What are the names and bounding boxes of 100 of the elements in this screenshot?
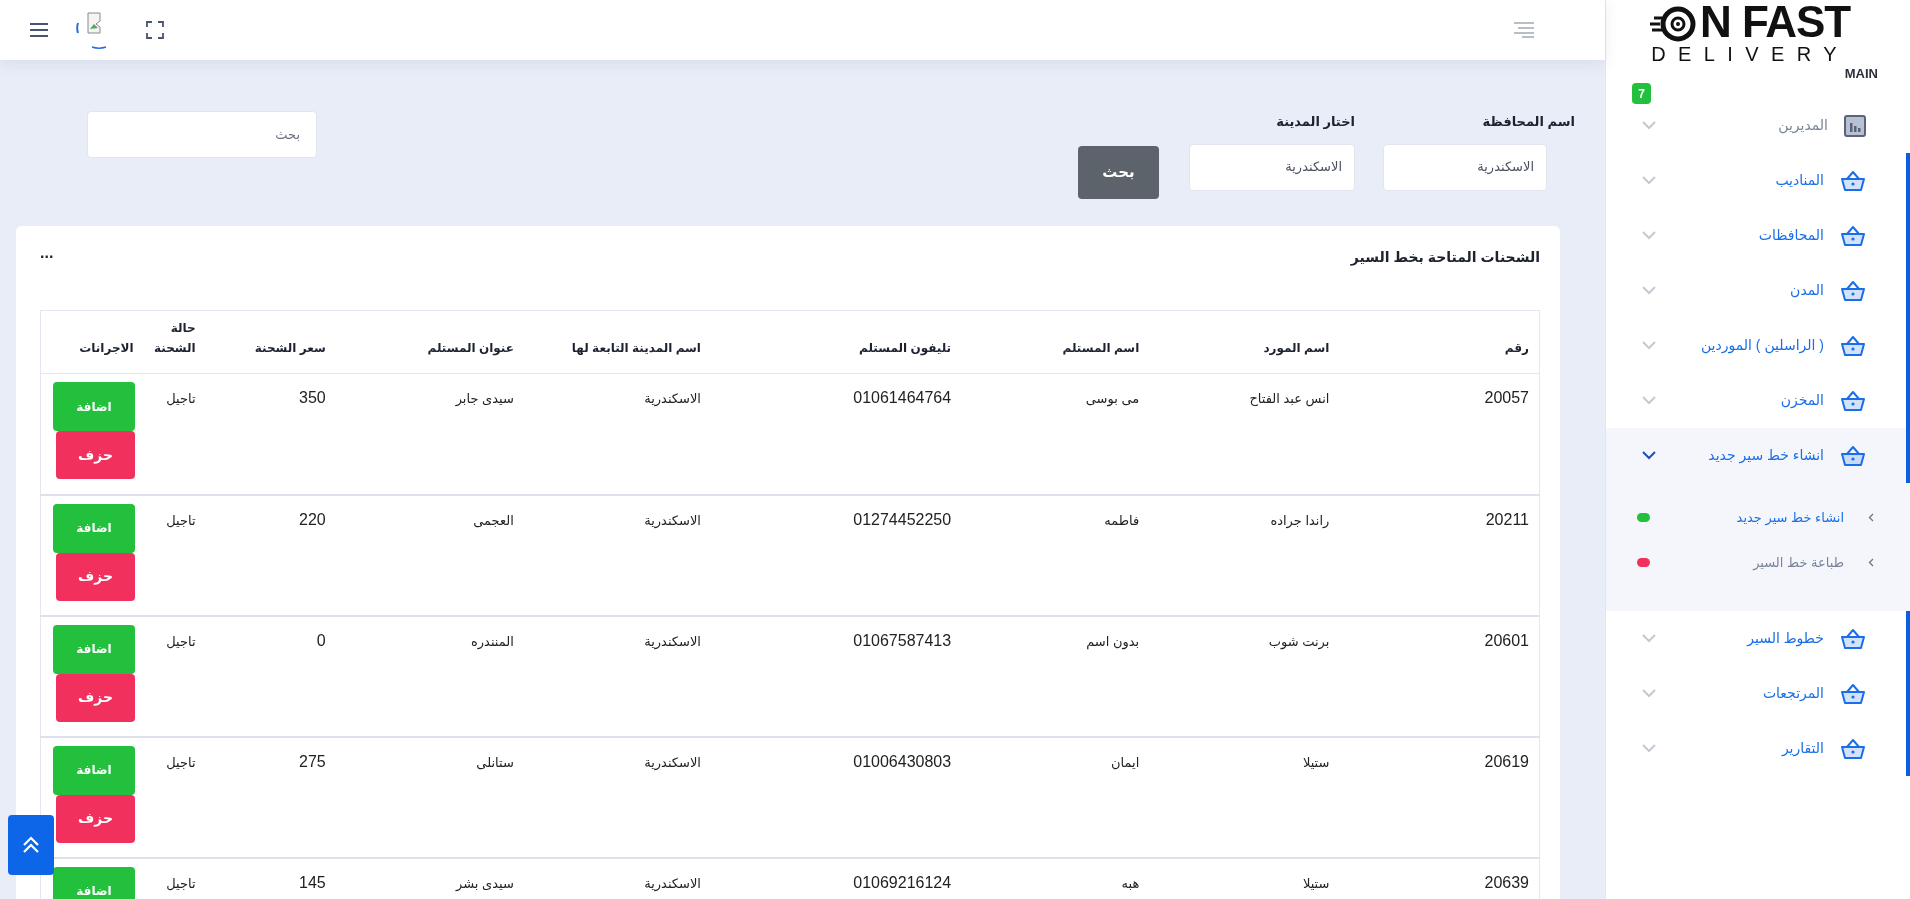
table-cell: 20601 bbox=[1484, 631, 1529, 649]
column-header: اسم المورد bbox=[1263, 340, 1330, 357]
table-cell: سيدى بشر bbox=[456, 875, 514, 891]
table-cell: 01067587413 bbox=[853, 631, 952, 649]
sidebar-item[interactable]: المحافظات bbox=[1606, 208, 1910, 263]
column-header: الاجرانات bbox=[79, 340, 134, 357]
add-button[interactable]: اضافة bbox=[53, 382, 135, 431]
basket-icon bbox=[1840, 682, 1866, 705]
search-button[interactable]: بحث bbox=[1078, 146, 1159, 199]
bar-chart-icon bbox=[1844, 114, 1866, 137]
table-cell: 145 bbox=[299, 873, 326, 891]
table-cell: 20211 bbox=[1485, 510, 1529, 528]
column-header: اسم المستلم bbox=[1062, 340, 1140, 357]
table-cell: 01061464764 bbox=[853, 389, 952, 406]
column-header: اسم المدينة التابعة لها bbox=[571, 340, 701, 357]
logo-title: N FAST bbox=[1700, 0, 1850, 44]
delete-button[interactable]: حزف bbox=[56, 673, 135, 722]
chevron-icon bbox=[1642, 121, 1656, 130]
chevron-icon bbox=[1642, 451, 1656, 460]
chevron-icon bbox=[1642, 744, 1656, 753]
chevron-icon bbox=[1642, 396, 1656, 405]
sidebar-item[interactable]: التقارير bbox=[1606, 721, 1910, 776]
table-cell: راندا جراده bbox=[1270, 512, 1330, 528]
sidebar-item[interactable]: المدن bbox=[1606, 263, 1910, 318]
basket-icon bbox=[1840, 627, 1866, 650]
table-cell: 01274452250 bbox=[853, 510, 952, 528]
sidebar-item[interactable]: انشاء خط سير جديد bbox=[1606, 428, 1910, 483]
chevron-left-icon bbox=[1868, 513, 1874, 522]
chevron-icon bbox=[1642, 286, 1656, 295]
add-button[interactable]: اضافة bbox=[53, 624, 135, 674]
chevron-icon bbox=[1642, 341, 1656, 350]
table-cell: 20057 bbox=[1484, 389, 1529, 406]
basket-icon bbox=[1840, 279, 1866, 302]
column-header: عنوان المستلم bbox=[427, 340, 514, 357]
governorate-select[interactable]: الاسكندرية bbox=[1383, 143, 1547, 191]
table-cell: الاسكندرية bbox=[644, 512, 701, 528]
column-header: رقم bbox=[1504, 340, 1529, 357]
search-field[interactable]: بحث bbox=[87, 111, 317, 158]
more-menu[interactable]: ... bbox=[40, 245, 54, 269]
delete-button[interactable]: حزف bbox=[56, 431, 135, 479]
table-cell: الاسكندرية bbox=[644, 633, 701, 649]
table-cell: 20619 bbox=[1484, 752, 1529, 770]
table-cell: العجمى bbox=[473, 512, 514, 528]
submenu-item[interactable]: طباعة خط السير bbox=[1606, 540, 1910, 585]
add-button[interactable]: اضافة bbox=[53, 745, 135, 795]
table-cell: الاسكندرية bbox=[644, 754, 701, 770]
delete-button[interactable]: حزف bbox=[56, 552, 135, 601]
table-cell: تاجيل bbox=[166, 512, 196, 528]
basket-icon bbox=[1840, 334, 1866, 357]
sidebar-item[interactable]: المناديب bbox=[1606, 153, 1910, 208]
table-cell: بدون اسم bbox=[1086, 633, 1140, 649]
delete-button[interactable]: حزف bbox=[56, 794, 135, 843]
section-label: MAIN bbox=[1844, 65, 1878, 83]
table-cell: تاجيل bbox=[166, 875, 196, 891]
table-cell: هبه bbox=[1121, 875, 1140, 891]
table-cell: ستيلا bbox=[1302, 875, 1330, 891]
table-cell: مى بوسى bbox=[1085, 391, 1140, 406]
sidebar-item[interactable]: خطوط السير bbox=[1606, 611, 1910, 666]
table-cell: الاسكندرية bbox=[644, 391, 701, 406]
table-cell: 01006430803 bbox=[853, 752, 952, 770]
scroll-top-button[interactable] bbox=[8, 815, 54, 875]
table-cell: 20639 bbox=[1484, 873, 1529, 891]
chevron-icon bbox=[1642, 231, 1656, 240]
column-header: تليفون المستلم bbox=[859, 340, 952, 357]
table-cell: 220 bbox=[299, 510, 326, 528]
basket-icon bbox=[1840, 737, 1866, 760]
basket-icon bbox=[1840, 444, 1866, 467]
table-cell: تاجيل bbox=[166, 754, 196, 770]
table-cell: 275 bbox=[299, 752, 326, 770]
count-badge: 7 bbox=[1632, 83, 1651, 104]
city-select[interactable]: الاسكندرية bbox=[1189, 143, 1355, 191]
field-label: اختار المدينة bbox=[1275, 113, 1355, 131]
field-label: اسم المحافظة bbox=[1481, 113, 1575, 131]
add-button[interactable]: اضافة bbox=[53, 503, 135, 553]
sidebar-item[interactable]: ( الراسلين ) الموردين bbox=[1606, 318, 1910, 373]
chevron-icon bbox=[1642, 634, 1656, 643]
logo-subtitle: DELIVERY bbox=[1651, 44, 1849, 64]
chevron-left-icon bbox=[1868, 558, 1874, 567]
column-header: حالة الشحنة bbox=[153, 320, 196, 357]
double-chevron-up-icon bbox=[21, 835, 41, 855]
table-cell: 0 bbox=[316, 631, 326, 649]
table-cell: المنندره bbox=[471, 633, 514, 649]
column-header: سعر الشحنة bbox=[254, 340, 326, 357]
table-cell: 350 bbox=[299, 389, 326, 406]
fullscreen-icon[interactable] bbox=[146, 21, 164, 39]
table-cell: تاجيل bbox=[166, 633, 196, 649]
submenu-item[interactable]: انشاء خط سير جديد bbox=[1606, 495, 1910, 540]
menu-icon[interactable] bbox=[30, 23, 48, 37]
table-cell: سيدى جابر bbox=[455, 391, 514, 406]
basket-icon bbox=[1840, 389, 1866, 412]
table-cell: فاطمه bbox=[1104, 512, 1140, 528]
table-cell: الاسكندرية bbox=[644, 875, 701, 891]
add-button[interactable]: اضافة bbox=[53, 866, 135, 899]
card-title: الشحنات المتاحة بخط السير bbox=[1350, 247, 1540, 268]
table-cell: 01069216124 bbox=[853, 873, 952, 891]
table-cell: برنت شوب bbox=[1268, 633, 1330, 649]
table-cell: انس عبد الفتاح bbox=[1249, 391, 1330, 406]
table-cell: تاجيل bbox=[166, 391, 196, 406]
sidebar-item[interactable]: المرتجعات bbox=[1606, 666, 1910, 721]
table-cell: ايمان bbox=[1111, 754, 1140, 770]
